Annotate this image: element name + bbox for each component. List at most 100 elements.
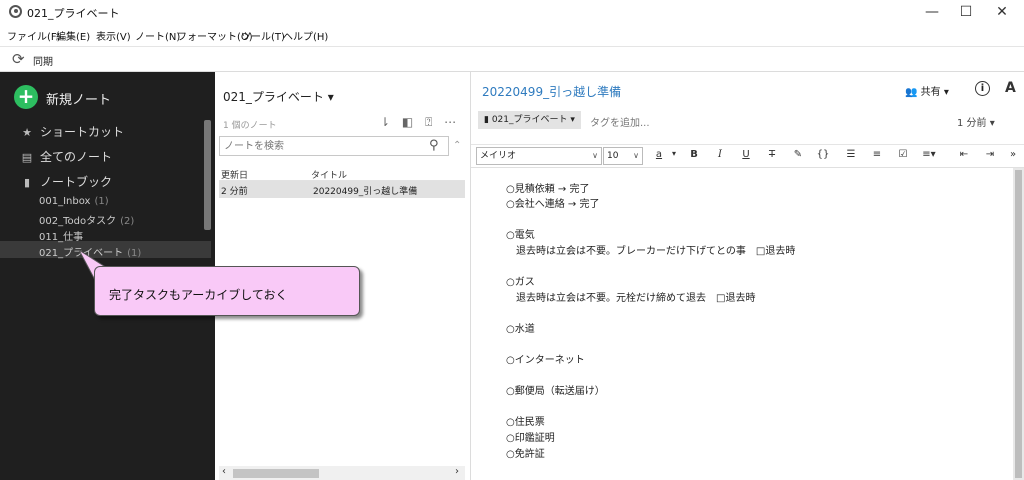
body-line: ○インターネット — [506, 355, 585, 366]
info-icon[interactable]: i — [975, 81, 990, 96]
code-icon[interactable]: {} — [816, 149, 830, 160]
chevron-down-icon[interactable]: ▾ — [667, 149, 681, 158]
sidebar-item-label: ノートブック — [40, 175, 113, 189]
note-search-box: ⚲ — [219, 136, 449, 156]
horizontal-scrollbar[interactable]: ‹ › — [219, 466, 465, 480]
menu-note[interactable]: ノート(N) — [135, 28, 180, 43]
column-updated[interactable]: 更新日 — [221, 168, 248, 181]
more-format-icon[interactable]: » — [1006, 149, 1020, 160]
highlight-icon[interactable]: ✎ — [791, 149, 805, 160]
people-icon: 👥 — [905, 87, 918, 98]
table-header: 更新日 タイトル — [219, 167, 465, 181]
row-updated: 2 分前 — [221, 187, 248, 197]
notebook-name: 001_Inbox — [39, 196, 91, 207]
notes-icon: ▤ — [21, 151, 33, 164]
body-line: 退去時は立会は不要。ブレーカーだけ下げてとの事 □退去時 — [506, 246, 796, 257]
sync-icon[interactable]: ⟳ — [12, 51, 28, 67]
add-tag-input[interactable]: タグを追加... — [590, 114, 650, 129]
indent-icon[interactable]: ⇥ — [983, 149, 997, 160]
italic-icon[interactable]: I — [713, 149, 727, 160]
notebook-item-inbox[interactable]: 001_Inbox (1) — [39, 196, 109, 207]
notebook-chip-label: 021_プライベート — [491, 115, 568, 125]
checkbox-icon[interactable]: ☑ — [896, 149, 910, 160]
row-title: 20220499_引っ越し準備 — [313, 187, 418, 197]
align-icon[interactable]: ≡▾ — [922, 149, 936, 160]
sync-button[interactable]: 同期 — [33, 53, 53, 68]
menu-edit[interactable]: 編集(E) — [56, 28, 90, 43]
reminder-icon[interactable]: ⍰ — [425, 115, 432, 130]
notebook-chip[interactable]: ▮ 021_プライベート ▾ — [478, 111, 581, 129]
sidebar-item-label: 全てのノート — [40, 150, 113, 164]
outdent-icon[interactable]: ⇤ — [957, 149, 971, 160]
share-label: 共有 — [920, 87, 941, 98]
share-button[interactable]: 👥 共有 ▾ — [905, 83, 949, 98]
body-line: ○電気 — [506, 230, 535, 241]
annotation-callout: 完了タスクもアーカイブしておく — [94, 266, 360, 316]
app-logo-icon — [9, 5, 22, 18]
note-editor: 20220499_引っ越し準備 👥 共有 ▾ i A ▮ 021_プライベート … — [471, 72, 1024, 480]
view-options-icon[interactable]: ◧ — [402, 115, 413, 129]
menu-help[interactable]: ヘルプ(H) — [283, 28, 328, 43]
scroll-right-icon[interactable]: › — [455, 466, 459, 477]
sidebar-item-shortcuts[interactable]: ★ ショートカット — [20, 123, 124, 140]
note-title-field[interactable]: 20220499_引っ越し準備 — [482, 83, 621, 100]
chevron-up-icon[interactable]: ⌃ — [453, 140, 461, 151]
notebook-icon: ▮ — [23, 176, 31, 189]
font-style-icon[interactable]: A — [1005, 80, 1016, 96]
notebook-name: 002_Todoタスク — [39, 216, 117, 227]
last-edited[interactable]: 1 分前 ▾ — [957, 114, 995, 129]
search-icon[interactable]: ⚲ — [429, 138, 439, 153]
maximize-button[interactable]: ☐ — [948, 2, 984, 22]
numbered-list-icon[interactable]: ≡ — [870, 149, 884, 160]
new-note-plus-icon[interactable]: + — [14, 85, 38, 109]
toolbar: ⟳ 同期 — [0, 46, 1024, 72]
notebook-item-work[interactable]: 011_仕事 — [39, 228, 87, 243]
font-family-select[interactable]: メイリオ ∨ — [476, 147, 602, 165]
new-note-button[interactable]: 新規ノート — [46, 89, 111, 108]
underline-icon[interactable]: U — [739, 149, 753, 160]
body-line: ○会社へ連絡 → 完了 — [506, 199, 600, 210]
scrollbar-thumb[interactable] — [1015, 170, 1022, 478]
window-title: 021_プライベート — [27, 7, 120, 20]
notebook-title-dropdown[interactable]: 021_プライベート ▾ — [223, 88, 334, 105]
more-options-icon[interactable]: ⋯ — [444, 115, 456, 129]
body-line: ○住民票 — [506, 417, 545, 428]
table-row[interactable]: 2 分前 20220499_引っ越し準備 — [219, 181, 465, 198]
body-line: ○水道 — [506, 324, 535, 335]
menu-file[interactable]: ファイル(F) — [7, 28, 61, 43]
note-count: 1 個のノート — [223, 121, 277, 131]
close-button[interactable]: ✕ — [984, 2, 1020, 22]
sidebar-item-all-notes[interactable]: ▤ 全てのノート — [20, 148, 112, 165]
title-bar: 021_プライベート — ☐ ✕ — [0, 0, 1024, 24]
sidebar-item-label: ショートカット — [40, 125, 125, 139]
menu-view[interactable]: 表示(V) — [96, 28, 131, 43]
notebook-count: (2) — [120, 216, 135, 227]
body-line: ○見積依頼 → 完了 — [506, 184, 590, 195]
scrollbar-thumb[interactable] — [233, 469, 319, 478]
scroll-left-icon[interactable]: ‹ — [222, 466, 226, 477]
sidebar-scrollbar[interactable] — [204, 120, 211, 230]
body-line: ○郵便局（転送届け） — [506, 386, 605, 397]
body-line: 退去時は立会は不要。元栓だけ締めて退去 □退去時 — [506, 293, 756, 304]
chevron-down-icon: ∨ — [633, 151, 639, 160]
editor-scrollbar[interactable] — [1013, 168, 1024, 480]
menu-tools[interactable]: ツール(T) — [241, 28, 285, 43]
strikethrough-icon[interactable]: T — [765, 149, 779, 160]
note-search-input[interactable] — [220, 137, 420, 155]
column-title[interactable]: タイトル — [311, 168, 347, 181]
font-size-value: 10 — [607, 151, 619, 161]
body-line: ○免許証 — [506, 449, 545, 460]
font-size-select[interactable]: 10 ∨ — [603, 147, 643, 165]
minimize-button[interactable]: — — [914, 2, 950, 22]
bullet-list-icon[interactable]: ☰ — [844, 149, 858, 160]
sort-icon[interactable]: ⇂ — [380, 115, 390, 129]
sidebar-item-notebooks[interactable]: ▮ ノートブック — [20, 173, 112, 190]
notebook-name: 011_仕事 — [39, 232, 84, 243]
bold-icon[interactable]: B — [687, 149, 701, 160]
chevron-down-icon: ∨ — [592, 151, 598, 160]
last-edited-label: 1 分前 — [957, 118, 987, 129]
menu-bar: ファイル(F) 編集(E) 表示(V) ノート(N) フォーマット(O) ツール… — [0, 26, 1024, 44]
notebook-item-todo[interactable]: 002_Todoタスク (2) — [39, 212, 134, 227]
notebook-count: (1) — [127, 248, 142, 259]
text-color-icon[interactable]: a — [652, 149, 666, 160]
